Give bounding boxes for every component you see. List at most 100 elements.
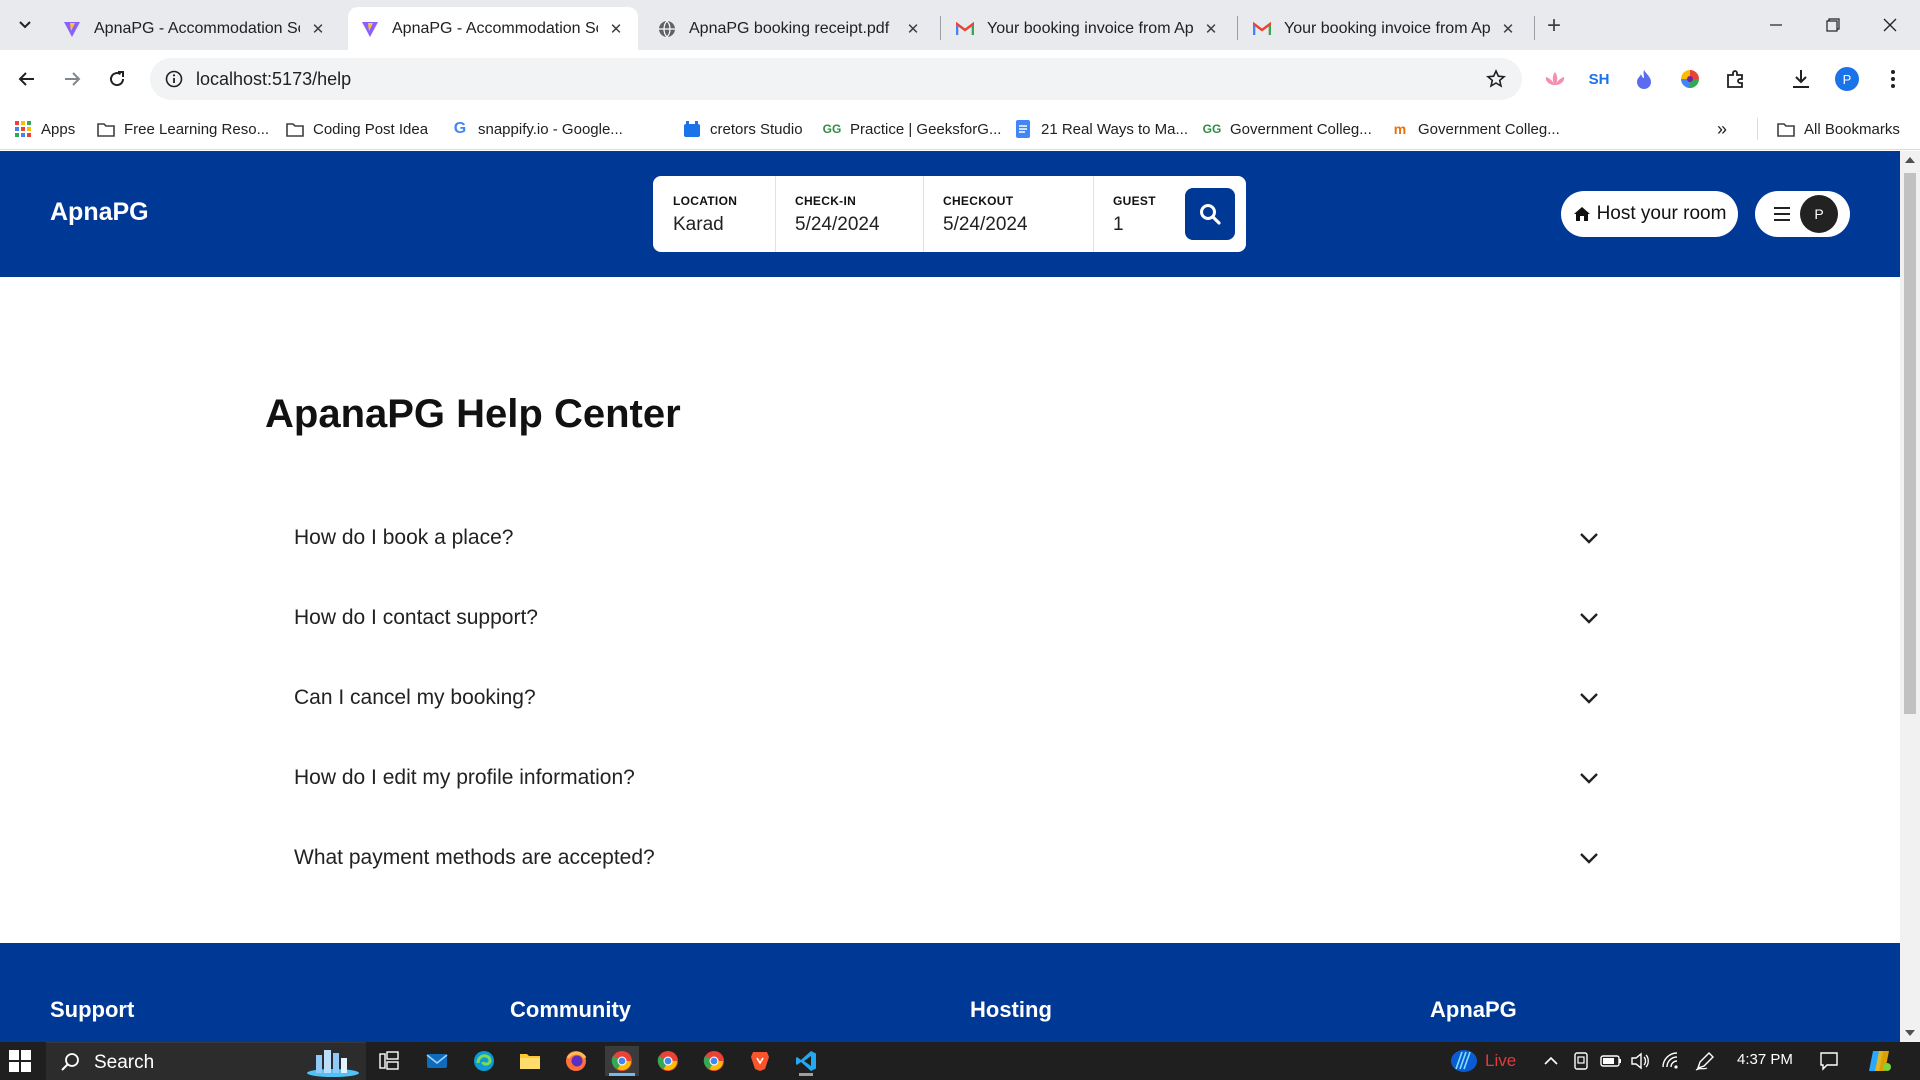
folder-icon bbox=[286, 120, 304, 138]
notifications-icon[interactable] bbox=[1816, 1050, 1842, 1072]
chevron-down-icon[interactable] bbox=[1574, 683, 1604, 713]
cricket-live-icon[interactable] bbox=[1448, 1050, 1480, 1072]
pen-icon[interactable] bbox=[1693, 1050, 1717, 1072]
chrome-profile-icon[interactable] bbox=[651, 1046, 685, 1076]
page-scrollbar[interactable] bbox=[1900, 151, 1920, 1042]
footer-heading-hosting: Hosting bbox=[970, 997, 1052, 1022]
brave-browser-icon[interactable] bbox=[743, 1046, 777, 1076]
extension-sh-icon[interactable]: SH bbox=[1585, 65, 1613, 93]
extension-lotus-icon[interactable] bbox=[1541, 65, 1569, 93]
browser-tab-2[interactable]: ApnaPG - Accommodation Solu ✕ bbox=[348, 7, 638, 50]
system-clock[interactable]: 4:37 PM bbox=[1737, 1051, 1793, 1068]
close-tab-icon[interactable]: ✕ bbox=[903, 19, 923, 39]
live-label[interactable]: Live bbox=[1485, 1051, 1516, 1071]
url-text[interactable]: localhost:5173/help bbox=[196, 69, 351, 90]
faq-item[interactable]: Can I cancel my booking? bbox=[274, 663, 1614, 733]
tab-title: Your booking invoice from Apn bbox=[987, 19, 1193, 37]
bookmark-geeksforgeeks[interactable]: GG Practice | GeeksforG... bbox=[823, 117, 1002, 141]
site-logo[interactable]: ApnaPG bbox=[50, 198, 149, 227]
chevron-down-icon[interactable] bbox=[1574, 763, 1604, 793]
minimize-button[interactable] bbox=[1760, 10, 1792, 40]
guest-field[interactable]: GUEST 1 bbox=[1093, 176, 1183, 252]
chrome-taskbar-icon[interactable] bbox=[605, 1046, 639, 1076]
browser-tab-4[interactable]: Your booking invoice from Apn ✕ bbox=[943, 7, 1233, 50]
bookmark-folder-coding-post[interactable]: Coding Post Idea bbox=[286, 117, 428, 141]
browser-menu-button[interactable] bbox=[1879, 65, 1907, 93]
checkin-value[interactable]: 5/24/2024 bbox=[795, 214, 923, 236]
browser-tab-1[interactable]: ApnaPG - Accommodation Solu ✕ bbox=[50, 7, 340, 50]
chrome-profile-2-icon[interactable] bbox=[697, 1046, 731, 1076]
location-field[interactable]: LOCATION Karad bbox=[653, 176, 776, 252]
bookmark-21-real-ways[interactable]: 21 Real Ways to Ma... bbox=[1014, 117, 1188, 141]
reload-button[interactable] bbox=[99, 61, 135, 97]
chevron-down-icon[interactable] bbox=[1574, 603, 1604, 633]
bookmark-folder-free-learning[interactable]: Free Learning Reso... bbox=[97, 117, 269, 141]
checkin-field[interactable]: CHECK-IN 5/24/2024 bbox=[775, 176, 923, 252]
battery-icon[interactable] bbox=[1599, 1050, 1623, 1072]
close-tab-icon[interactable]: ✕ bbox=[606, 19, 626, 39]
faq-item[interactable]: What payment methods are accepted? bbox=[274, 823, 1614, 893]
home-icon bbox=[1573, 206, 1591, 222]
close-tab-icon[interactable]: ✕ bbox=[308, 19, 328, 39]
profile-avatar[interactable]: P bbox=[1833, 65, 1861, 93]
bookmark-government-college-1[interactable]: GG Government Colleg... bbox=[1203, 117, 1372, 141]
close-tab-icon[interactable]: ✕ bbox=[1498, 19, 1518, 39]
browser-tab-5[interactable]: Your booking invoice from Apn ✕ bbox=[1240, 7, 1530, 50]
extension-color-wheel-icon[interactable] bbox=[1676, 65, 1704, 93]
site-info-icon[interactable] bbox=[162, 67, 186, 91]
edge-browser-icon[interactable] bbox=[467, 1046, 501, 1076]
close-icon bbox=[1883, 18, 1897, 32]
bookmark-government-college-2[interactable]: m Government Colleg... bbox=[1391, 117, 1560, 141]
tab-search-button[interactable] bbox=[10, 9, 40, 39]
scroll-down-arrow-icon[interactable] bbox=[1905, 1030, 1915, 1036]
copilot-icon[interactable] bbox=[1865, 1050, 1895, 1072]
back-button[interactable] bbox=[9, 61, 45, 97]
extensions-puzzle-icon[interactable] bbox=[1722, 65, 1750, 93]
device-icon[interactable] bbox=[1570, 1050, 1592, 1072]
mail-app-icon[interactable] bbox=[420, 1046, 454, 1076]
chevron-down-icon[interactable] bbox=[1574, 843, 1604, 873]
browser-tab-3[interactable]: ApnaPG booking receipt.pdf ✕ bbox=[645, 7, 935, 50]
scroll-up-arrow-icon[interactable] bbox=[1905, 157, 1915, 163]
tab-title: ApnaPG booking receipt.pdf bbox=[689, 19, 890, 37]
bookmark-snappify[interactable]: G snappify.io - Google... bbox=[451, 117, 623, 141]
bookmark-cretors-studio[interactable]: cretors Studio bbox=[683, 117, 803, 141]
checkout-field[interactable]: CHECKOUT 5/24/2024 bbox=[923, 176, 1093, 252]
user-menu-button[interactable]: P bbox=[1755, 191, 1850, 237]
bookmark-star-icon[interactable] bbox=[1484, 67, 1508, 91]
wifi-icon[interactable] bbox=[1659, 1050, 1683, 1072]
bookmark-apps[interactable]: Apps bbox=[14, 117, 75, 141]
file-explorer-icon[interactable] bbox=[513, 1046, 547, 1076]
extension-flame-icon[interactable] bbox=[1630, 65, 1658, 93]
folder-icon bbox=[1777, 120, 1795, 138]
restore-button[interactable] bbox=[1817, 10, 1849, 40]
volume-icon[interactable] bbox=[1628, 1050, 1652, 1072]
forward-button[interactable] bbox=[54, 61, 90, 97]
faq-question: How do I contact support? bbox=[294, 606, 538, 629]
close-window-button[interactable] bbox=[1874, 10, 1906, 40]
firefox-icon[interactable] bbox=[559, 1046, 593, 1076]
close-tab-icon[interactable]: ✕ bbox=[1201, 19, 1221, 39]
windows-start-button[interactable] bbox=[9, 1050, 31, 1072]
search-button[interactable] bbox=[1185, 188, 1235, 240]
checkout-value[interactable]: 5/24/2024 bbox=[943, 214, 1093, 236]
vscode-icon[interactable] bbox=[789, 1046, 823, 1076]
chevron-down-icon[interactable] bbox=[1574, 523, 1604, 553]
task-view-icon[interactable] bbox=[372, 1046, 406, 1076]
scrollbar-thumb[interactable] bbox=[1904, 173, 1916, 714]
more-bookmarks-button[interactable]: » bbox=[1717, 117, 1727, 141]
faq-item[interactable]: How do I edit my profile information? bbox=[274, 743, 1614, 813]
site-header: ApnaPG LOCATION Karad CHECK-IN 5/24/2024… bbox=[0, 151, 1900, 277]
faq-item[interactable]: How do I book a place? bbox=[274, 503, 1614, 573]
address-bar[interactable]: localhost:5173/help bbox=[150, 58, 1522, 100]
guest-value[interactable]: 1 bbox=[1113, 214, 1183, 236]
location-value[interactable]: Karad bbox=[673, 214, 776, 236]
new-tab-button[interactable]: + bbox=[1540, 12, 1568, 40]
guest-label: GUEST bbox=[1113, 194, 1156, 208]
all-bookmarks-button[interactable]: All Bookmarks bbox=[1777, 117, 1900, 141]
faq-item[interactable]: How do I contact support? bbox=[274, 583, 1614, 653]
show-hidden-icons-chevron-icon[interactable] bbox=[1540, 1050, 1562, 1072]
download-icon[interactable] bbox=[1787, 65, 1815, 93]
taskbar-search-box[interactable]: Search bbox=[46, 1042, 366, 1080]
host-your-room-button[interactable]: Host your room bbox=[1561, 191, 1738, 237]
